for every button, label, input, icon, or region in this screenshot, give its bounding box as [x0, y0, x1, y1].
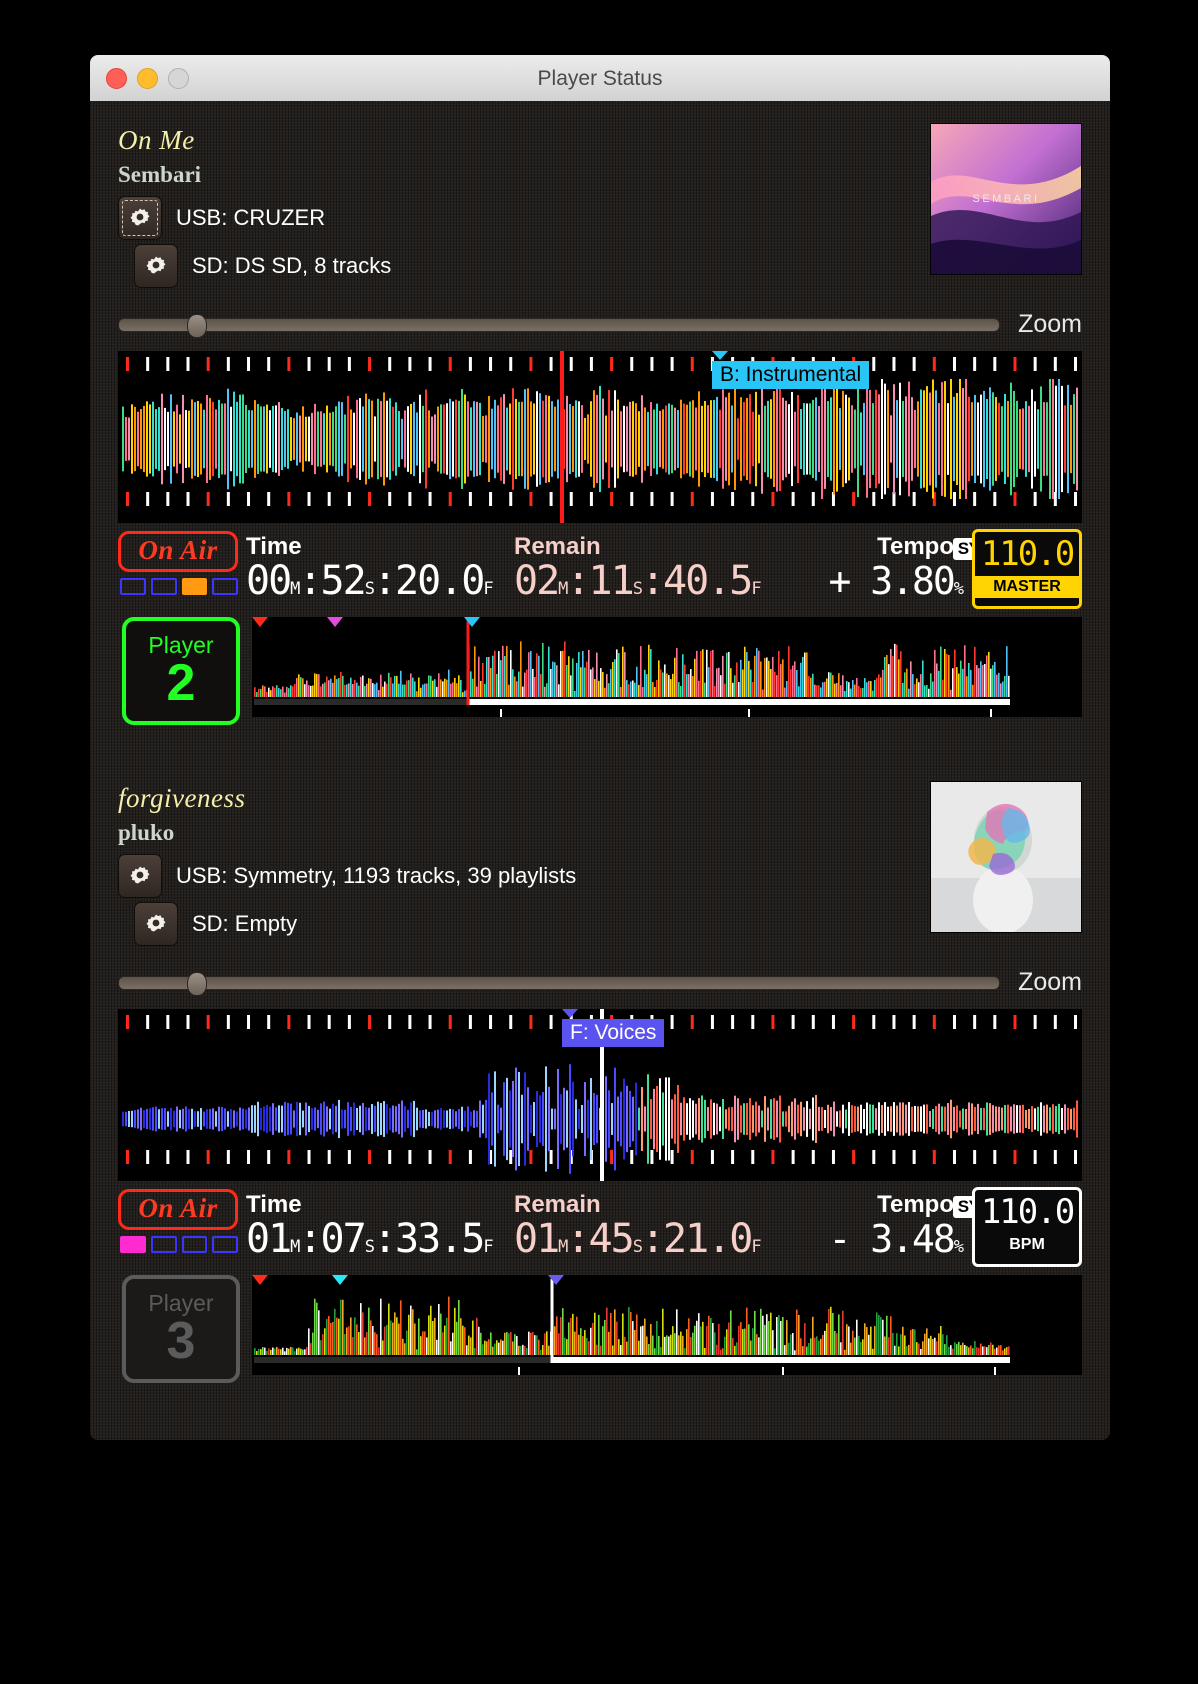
beat-4 [212, 578, 238, 595]
zoom-slider-thumb[interactable] [187, 313, 207, 338]
tempo-value: - 3.48% [828, 1217, 964, 1261]
beat-3 [181, 578, 208, 595]
beat-indicator [118, 578, 238, 595]
gear-icon[interactable] [134, 244, 178, 288]
tempo-label: Tempo [877, 533, 954, 560]
cue-marker-magenta [327, 617, 343, 627]
waveform-preview-svg [252, 1275, 1012, 1375]
bpm-box: 110.0 MASTER [972, 529, 1082, 609]
cue-marker-red [252, 1275, 268, 1285]
time-label: Time [246, 533, 302, 560]
beat-2 [150, 1236, 177, 1253]
deck-divider [90, 725, 1110, 759]
deck-player-2: On Me Sembari USB: CRUZER SD: DS SD, 8 t… [90, 101, 1110, 725]
usb-media-label: USB: CRUZER [176, 205, 326, 230]
readout-values: 01M:07S:33.5F 01M:45S:21.0F - 3.48% 110.… [246, 1187, 1082, 1267]
player-number: 2 [166, 654, 196, 712]
phrase-tag: B: Instrumental [712, 361, 870, 389]
player-number-badge: Player 2 [122, 617, 240, 725]
waveform-detail-svg [118, 351, 1082, 523]
cue-marker-cyan [332, 1275, 348, 1285]
phrase-marker-triangle [712, 351, 728, 360]
remain-label: Remain [514, 1191, 601, 1218]
on-air-badge: On Air [118, 1189, 238, 1230]
zoom-label: Zoom [1018, 310, 1082, 338]
bpm-value: 110.0 [980, 534, 1075, 574]
gear-icon[interactable] [134, 902, 178, 946]
readout-values: 00M:52S:20.0F 02M:11S:40.5F + 3.80% 110.… [246, 529, 1082, 609]
zoom-slider[interactable] [118, 313, 1001, 338]
waveform-preview[interactable] [252, 1275, 1082, 1375]
waveform-preview[interactable] [252, 617, 1082, 717]
remain-label: Remain [514, 533, 601, 560]
waveform-detail[interactable]: B: Instrumental [118, 351, 1082, 523]
beat-1 [120, 1236, 146, 1253]
status-row: On Air Time Remain Tempo SYNC [118, 1187, 1082, 1267]
deck-lower-row: Player 3 [118, 1275, 1082, 1383]
player-number: 3 [166, 1312, 196, 1370]
window-body: On Me Sembari USB: CRUZER SD: DS SD, 8 t… [90, 101, 1110, 1440]
bpm-value: 110.0 [980, 1192, 1075, 1232]
readout-labels: Time Remain Tempo SYNC [246, 531, 1082, 561]
player-status-window: Player Status On Me Sembari USB: CRUZER … [90, 55, 1110, 1440]
tempo-value: + 3.80% [828, 559, 964, 603]
status-readouts: Time Remain Tempo SYNC 01M:07S:33.5F 01M… [238, 1187, 1082, 1267]
status-readouts: Time Remain Tempo SYNC 00M:52S:20.0F 02M… [238, 529, 1082, 609]
time-value: 00M:52S:20.0F [246, 558, 494, 604]
beat-3 [181, 1236, 208, 1253]
deck-player-3: forgiveness pluko USB: Symmetry, 1193 tr… [90, 759, 1110, 1383]
zoom-control-row[interactable]: Zoom [118, 310, 1082, 339]
waveform-detail[interactable]: F: Voices [118, 1009, 1082, 1181]
svg-text:SEMBARI: SEMBARI [972, 193, 1039, 205]
sd-media-label: SD: Empty [192, 911, 298, 936]
album-artwork [930, 781, 1082, 933]
zoom-slider[interactable] [118, 971, 1001, 996]
status-row: On Air Time Remain Tempo SYNC [118, 529, 1082, 609]
cue-marker-red [252, 617, 268, 627]
tempo-label: Tempo [877, 1191, 954, 1218]
bpm-box: 110.0 BPM [972, 1187, 1082, 1267]
zoom-label: Zoom [1018, 968, 1082, 996]
on-air-badge: On Air [118, 531, 238, 572]
window-title: Player Status [537, 67, 663, 90]
phrase-marker-triangle [562, 1009, 578, 1018]
player-number-badge: Player 3 [122, 1275, 240, 1383]
gear-icon[interactable] [118, 854, 162, 898]
album-artwork: SEMBARI [930, 123, 1082, 275]
readout-labels: Time Remain Tempo SYNC [246, 1189, 1082, 1219]
deck-lower-row: Player 2 [118, 617, 1082, 725]
remain-value: 01M:45S:21.0F [514, 1216, 762, 1262]
sd-media-label: SD: DS SD, 8 tracks [192, 253, 392, 278]
cue-marker-cyan [464, 617, 480, 627]
zoom-slider-thumb[interactable] [187, 971, 207, 996]
bpm-unit-tag: BPM [1009, 1236, 1045, 1253]
beat-4 [212, 1236, 238, 1253]
usb-media-label: USB: Symmetry, 1193 tracks, 39 playlists [176, 863, 577, 888]
cue-marker-blue [548, 1275, 564, 1285]
gear-icon[interactable] [118, 196, 162, 240]
beat-2 [150, 578, 177, 595]
window-titlebar[interactable]: Player Status [90, 55, 1110, 102]
bpm-master-tag: MASTER [975, 576, 1079, 598]
remain-value: 02M:11S:40.5F [514, 558, 762, 604]
zoom-control-row[interactable]: Zoom [118, 968, 1082, 997]
time-label: Time [246, 1191, 302, 1218]
beat-indicator [118, 1236, 238, 1253]
waveform-preview-svg [252, 617, 1012, 717]
beat-1 [120, 578, 146, 595]
phrase-tag: F: Voices [562, 1019, 665, 1047]
on-air-block: On Air [118, 1189, 238, 1253]
on-air-block: On Air [118, 531, 238, 595]
time-value: 01M:07S:33.5F [246, 1216, 494, 1262]
